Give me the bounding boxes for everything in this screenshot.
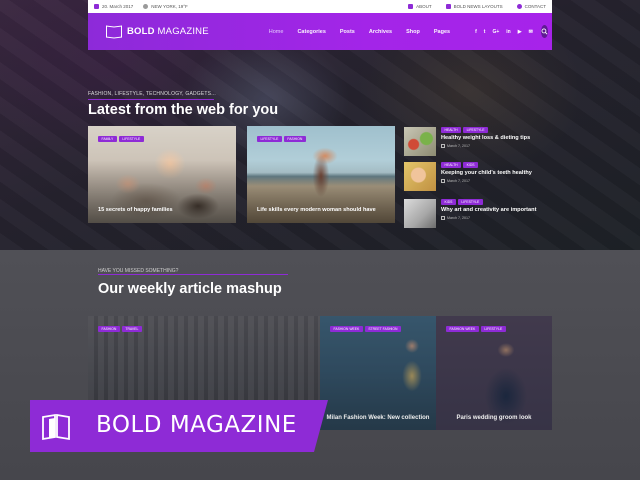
email-icon[interactable]: ✉	[529, 29, 533, 35]
contact-label: CONTACT	[524, 4, 546, 9]
google-plus-icon[interactable]: G+	[492, 29, 499, 35]
tag[interactable]: FASHION	[283, 136, 306, 143]
calendar-icon	[441, 144, 445, 148]
book-icon	[106, 24, 122, 39]
mashup-card-milan[interactable]: FASHION WEEK STREET FASHION Milan Fashion…	[320, 316, 436, 430]
news-layouts-link[interactable]: BOLD NEWS LAYOUTS	[445, 4, 503, 9]
tag[interactable]: KIDS	[463, 162, 479, 169]
mashup-title: Our weekly article mashup	[98, 281, 282, 297]
about-link[interactable]: ABOUT	[408, 4, 432, 9]
list-item-date: March 7, 2017	[441, 216, 470, 220]
news-layouts-label: BOLD NEWS LAYOUTS	[453, 4, 503, 9]
list-item-date: March 7, 2017	[441, 144, 470, 148]
date-text: March 7, 2017	[447, 216, 470, 220]
date-item: 20. March 2017	[94, 4, 133, 9]
mashup-kicker-underline	[98, 274, 288, 275]
food-thumbnail	[404, 127, 436, 156]
card-title[interactable]: 15 secrets of happy families	[98, 207, 173, 213]
nav-item-shop[interactable]: Shop	[406, 29, 420, 35]
facebook-icon[interactable]: f	[475, 29, 477, 35]
search-icon	[541, 28, 548, 35]
card-tags: LIFESTYLE FASHION	[257, 136, 308, 143]
weather-item: NEW YORK, 19°F	[143, 4, 188, 9]
calendar-icon	[441, 179, 445, 183]
date-text: March 7, 2017	[447, 179, 470, 183]
brand-banner: BOLD MAGAZINE	[30, 400, 328, 452]
youtube-icon[interactable]: ▶	[518, 29, 522, 35]
tag[interactable]: TRAVEL	[121, 326, 142, 333]
list-item-title[interactable]: Why art and creativity are important	[441, 207, 536, 213]
tag[interactable]: LIFESTYLE	[257, 136, 282, 143]
tag[interactable]: FAMILY	[98, 136, 117, 143]
list-item[interactable]: HEALTH LIFESTYLE Healthy weight loss & di…	[404, 127, 554, 159]
card-tags: FAMILY LIFESTYLE	[98, 136, 146, 143]
hero-kicker-underline	[88, 99, 214, 100]
child-thumbnail	[404, 162, 436, 191]
tag[interactable]: KIDS	[441, 199, 456, 206]
book-icon	[42, 413, 70, 441]
list-item-title[interactable]: Healthy weight loss & dieting tips	[441, 135, 530, 141]
list-item[interactable]: KIDS LIFESTYLE Why art and creativity are…	[404, 199, 554, 231]
mashup-card-paris[interactable]: FASHION WEEK LIFESTYLE Paris wedding groo…	[436, 316, 552, 430]
featured-card-life-skills[interactable]: LIFESTYLE FASHION Life skills every mode…	[247, 126, 395, 223]
weather-text: NEW YORK, 19°F	[151, 4, 188, 9]
tag[interactable]: HEALTH	[441, 162, 462, 169]
nav-item-pages[interactable]: Pages	[434, 29, 450, 35]
about-label: ABOUT	[416, 4, 432, 9]
twitter-icon[interactable]: t	[484, 29, 486, 35]
card-title[interactable]: Life skills every modern woman should ha…	[257, 207, 376, 213]
list-item-date: March 7, 2017	[441, 179, 470, 183]
info-icon	[408, 4, 414, 9]
contact-link[interactable]: CONTACT	[516, 4, 546, 9]
mail-icon	[516, 4, 522, 9]
page: 20. March 2017 NEW YORK, 19°F ABOUT BOLD…	[0, 0, 640, 480]
featured-card-family[interactable]: FAMILY LIFESTYLE 15 secrets of happy fam…	[88, 126, 236, 223]
brand-label: BOLD MAGAZINE	[96, 412, 297, 438]
date-text: March 7, 2017	[447, 144, 470, 148]
date-text: 20. March 2017	[102, 4, 134, 9]
nav-item-archives[interactable]: Archives	[369, 29, 392, 35]
linkedin-icon[interactable]: in	[506, 29, 510, 35]
social-links: f t G+ in ▶ ✉	[468, 29, 533, 35]
tag[interactable]: LIFESTYLE	[480, 326, 506, 333]
site-logo[interactable]: BOLD MAGAZINE	[106, 24, 209, 39]
tag[interactable]: LIFESTYLE	[463, 127, 489, 134]
hero-title: Latest from the web for you	[88, 102, 279, 118]
nav-menu: Home Categories Posts Archives Shop Page…	[269, 29, 464, 35]
hero-kicker: FASHION, LIFESTYLE, TECHNOLOGY, GADGETS.…	[88, 91, 216, 97]
nav-item-posts[interactable]: Posts	[340, 29, 355, 35]
weather-icon	[143, 4, 149, 9]
tag[interactable]: LIFESTYLE	[457, 199, 483, 206]
main-nav: BOLD MAGAZINE Home Categories Posts Arch…	[88, 13, 552, 50]
tag[interactable]: FASHION	[98, 326, 120, 333]
list-item-title[interactable]: Keeping your child's teeth healthy	[441, 170, 532, 176]
tag[interactable]: LIFESTYLE	[118, 136, 144, 143]
card-title[interactable]: Milan Fashion Week: New collection	[320, 414, 436, 422]
top-bar: 20. March 2017 NEW YORK, 19°F ABOUT BOLD…	[88, 0, 552, 13]
search-button[interactable]	[540, 25, 548, 38]
calendar-icon	[94, 4, 99, 9]
tag[interactable]: HEALTH	[441, 127, 462, 134]
card-title[interactable]: Paris wedding groom look	[436, 414, 552, 422]
tag[interactable]: FASHION WEEK	[330, 326, 363, 333]
logo-text: BOLD MAGAZINE	[127, 26, 209, 37]
heart-icon	[445, 4, 451, 9]
art-thumbnail	[404, 199, 436, 228]
tag[interactable]: STREET FASHION	[364, 326, 401, 333]
list-item[interactable]: HEALTH KIDS Keeping your child's teeth he…	[404, 162, 554, 194]
nav-item-categories[interactable]: Categories	[297, 29, 325, 35]
calendar-icon	[441, 216, 445, 220]
tag[interactable]: FASHION WEEK	[446, 326, 479, 333]
nav-item-home[interactable]: Home	[269, 29, 284, 35]
